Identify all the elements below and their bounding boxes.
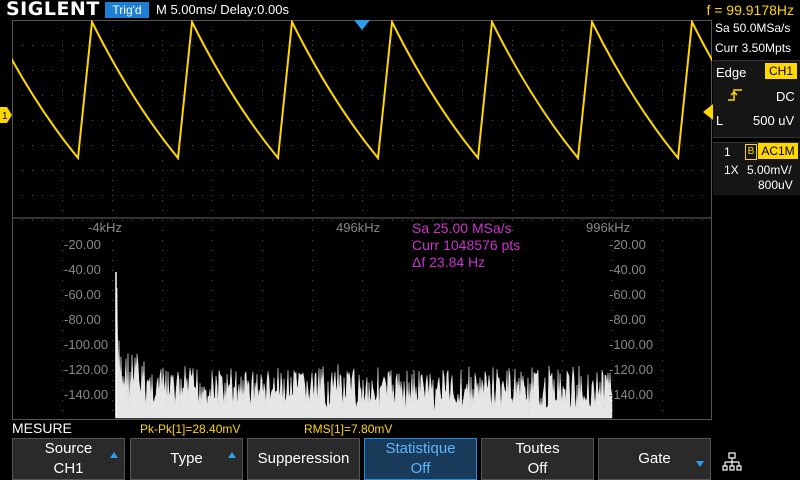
- probe-ratio: 1X: [724, 163, 739, 177]
- arrow-up-icon: [228, 452, 236, 458]
- gate-softkey-label: Gate: [638, 450, 671, 467]
- trigger-status-badge: Trig'd: [105, 2, 149, 18]
- fft-db-label: -60.00: [64, 287, 101, 302]
- fft-db-label: -100.00: [609, 337, 654, 352]
- all-measurements-softkey-label: Toutes: [515, 440, 560, 457]
- frequency-readout: f = 99.9178Hz: [706, 2, 794, 18]
- fft-freq-right: 996kHz: [586, 220, 631, 235]
- trigger-coupling: DC: [776, 89, 795, 104]
- measure-menu-title: MESURE: [12, 420, 72, 436]
- memory-depth-readout: Curr 3.50Mpts: [715, 41, 792, 55]
- vertical-offset: 800uV: [758, 178, 793, 192]
- network-icon: [722, 452, 742, 471]
- trigger-position-marker[interactable]: [354, 20, 370, 30]
- fft-db-label: -140.00: [64, 387, 109, 402]
- trigger-level-value: 500 uV: [753, 113, 795, 128]
- source-softkey-label: Source: [44, 440, 93, 457]
- trigger-source-badge: CH1: [765, 63, 797, 79]
- trigger-level-label: L: [716, 113, 724, 128]
- fft-db-label: -40.00: [609, 262, 646, 277]
- svg-text:1: 1: [2, 111, 8, 122]
- timebase-readout: M 5.00ms/ Delay:0.00s: [156, 2, 289, 17]
- fft-sample-rate: Sa 25.00 MSa/s: [412, 220, 512, 236]
- arrow-up-icon: [110, 452, 118, 458]
- fft-db-label: -80.00: [64, 312, 101, 327]
- all-measurements-softkey-value: Off: [527, 460, 548, 477]
- fft-db-label: -120.00: [64, 362, 109, 377]
- trigger-type: Edge: [716, 65, 747, 80]
- fft-points: Curr 1048576 pts: [412, 237, 521, 253]
- suppression-softkey-label: Supperession: [257, 450, 350, 467]
- fft-db-label: -20.00: [64, 237, 101, 252]
- vertical-scale: 5.00mV/: [747, 163, 792, 177]
- fft-db-label: -60.00: [609, 287, 646, 302]
- gate-softkey[interactable]: Gate: [598, 438, 711, 480]
- all-measurements-softkey[interactable]: Toutes Off: [481, 438, 594, 480]
- fft-delta-f: Δf 23.84 Hz: [412, 254, 486, 270]
- fft-freq-mid: 496kHz: [336, 220, 381, 235]
- source-softkey[interactable]: Source CH1: [12, 438, 125, 480]
- bandwidth-limit-badge: B: [745, 144, 757, 160]
- statistics-softkey-value: Off: [410, 460, 431, 477]
- trigger-level-marker[interactable]: [703, 104, 713, 120]
- fft-db-label: -140.00: [609, 387, 654, 402]
- statistics-softkey-label: Statistique: [385, 440, 456, 457]
- sample-rate-readout: Sa 50.0MSa/s: [715, 21, 791, 35]
- channel-number: 1: [724, 145, 731, 159]
- fft-db-label: -20.00: [609, 237, 646, 252]
- fft-freq-left: -4kHz: [88, 220, 122, 235]
- ch1-offset-marker[interactable]: 1: [0, 107, 12, 123]
- rising-edge-icon: [728, 89, 742, 101]
- fft-db-label: -100.00: [64, 337, 109, 352]
- pkpk-measurement: Pk-Pk[1]=28.40mV: [140, 422, 241, 436]
- type-softkey-label: Type: [170, 450, 203, 467]
- fft-db-label: -80.00: [609, 312, 646, 327]
- type-softkey[interactable]: Type: [130, 438, 243, 480]
- suppression-softkey[interactable]: Supperession: [247, 438, 360, 480]
- source-softkey-value: CH1: [53, 460, 84, 477]
- statistics-softkey[interactable]: Statistique Off: [364, 438, 477, 480]
- arrow-down-icon: [696, 461, 704, 467]
- channel-coupling-badge: AC1M: [758, 143, 798, 159]
- brand-logo: SIGLENT: [6, 0, 100, 20]
- fft-db-label: -120.00: [609, 362, 654, 377]
- rms-measurement: RMS[1]=7.80mV: [304, 422, 393, 436]
- fft-db-label: -40.00: [64, 262, 101, 277]
